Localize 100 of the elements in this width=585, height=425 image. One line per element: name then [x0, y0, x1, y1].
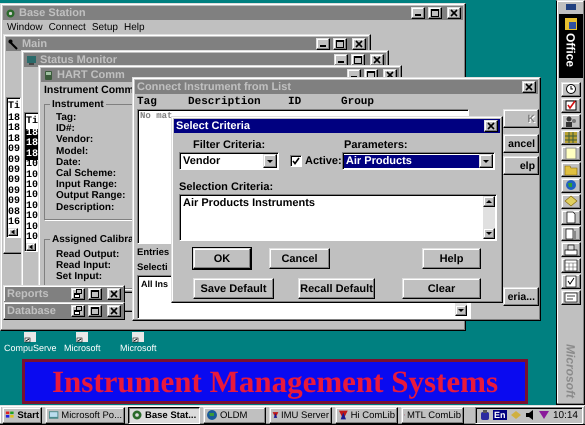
logo-icon [5, 410, 16, 420]
list-row[interactable]: 18 [8, 134, 20, 146]
toolbar-button[interactable] [560, 114, 580, 129]
dialog-button[interactable]: OK [193, 248, 251, 269]
toolbar-button[interactable] [560, 162, 580, 177]
maximize-icon [430, 8, 440, 18]
toolbar-button[interactable] [560, 194, 580, 209]
scroll-down-button[interactable] [455, 305, 467, 316]
maximize-button[interactable] [351, 54, 365, 66]
list-row[interactable]: 10 [26, 222, 38, 234]
dialog-button[interactable]: Cancel [269, 248, 330, 269]
shortcut-icon[interactable] [22, 331, 38, 343]
shortcut-icon[interactable] [130, 331, 146, 343]
list-row[interactable]: 18 [26, 150, 38, 160]
list-row[interactable]: 09 [8, 176, 20, 187]
taskbar-button[interactable]: OLDM [203, 406, 266, 424]
list-row[interactable]: 18 [8, 124, 20, 135]
maximize-button[interactable] [428, 7, 442, 19]
column-header[interactable]: Group [341, 96, 374, 108]
maximize-icon [366, 70, 376, 80]
dialog-button[interactable]: elp [503, 156, 539, 175]
office-logo-icon[interactable] [564, 17, 578, 31]
list-row[interactable]: 18 [26, 139, 38, 150]
list-row[interactable]: 10 [26, 181, 38, 192]
column-header[interactable]: ID [288, 96, 341, 108]
list-row[interactable]: 10 [26, 233, 38, 244]
triangle-icon[interactable] [538, 410, 550, 420]
maximize-button[interactable] [88, 305, 102, 317]
list-row[interactable]: 10 [26, 212, 38, 223]
close-button[interactable] [370, 54, 384, 66]
list-row[interactable]: 10 [26, 170, 38, 182]
toolbar-button[interactable] [560, 242, 580, 257]
restore-button[interactable] [71, 305, 85, 317]
close-button[interactable] [484, 120, 498, 132]
scroll-left-button[interactable] [26, 243, 36, 251]
checkbox[interactable] [290, 155, 302, 167]
toolbar-button[interactable] [560, 258, 580, 273]
icon-label[interactable]: CompuServe [4, 343, 57, 353]
taskbar-button[interactable]: Microsoft Po... [45, 406, 125, 424]
toolbar-button[interactable] [560, 226, 580, 241]
close-button[interactable] [522, 81, 536, 93]
list-row[interactable]: 09 [8, 197, 20, 208]
taskbar-button[interactable]: MTL ComLib [401, 406, 464, 424]
toolbar-button[interactable] [560, 290, 580, 305]
list-row[interactable]: 09 [8, 156, 20, 166]
maximize-button[interactable] [88, 288, 102, 300]
battery-icon[interactable] [480, 409, 490, 421]
taskbar-button[interactable]: IMU Server [269, 406, 332, 424]
column-header[interactable]: Description [188, 96, 288, 108]
speaker-icon[interactable] [524, 410, 535, 420]
dialog-button[interactable]: ancel [503, 134, 539, 153]
toolbar-button[interactable] [560, 82, 580, 97]
toolbar-button[interactable] [560, 210, 580, 225]
toolbar-button[interactable] [560, 130, 580, 145]
minimize-button[interactable] [334, 54, 348, 66]
list-row[interactable]: 08 [8, 208, 20, 218]
icon-label[interactable]: Microsoft [120, 343, 157, 353]
column-header[interactable]: Tag [137, 96, 188, 108]
window-icon[interactable] [564, 3, 576, 11]
toolbar-button[interactable] [560, 98, 580, 113]
dialog-button[interactable]: Recall Default [298, 278, 375, 299]
shortcut-icon[interactable] [74, 331, 90, 343]
dialog-button[interactable]: Clear [402, 278, 481, 299]
toolbar-button[interactable] [560, 146, 580, 161]
minimize-button[interactable] [411, 7, 425, 19]
maximize-button[interactable] [333, 38, 347, 50]
start-button[interactable]: Start [2, 406, 42, 424]
dialog-button[interactable]: Save Default [193, 278, 274, 299]
scroll-left-button[interactable] [8, 228, 18, 236]
list-row[interactable]: 09 [8, 186, 20, 198]
toolbar-button[interactable] [560, 178, 580, 193]
dialog-button[interactable]: Help [422, 248, 481, 269]
close-button[interactable] [107, 305, 121, 317]
icon-label[interactable]: Microsoft [64, 343, 101, 353]
menu-item[interactable]: Help [124, 22, 145, 33]
menu-item[interactable]: Window [7, 22, 43, 33]
dialog-button[interactable]: eria... [503, 287, 539, 306]
tray-icon [562, 243, 578, 256]
dropdown-field[interactable]: Vendor [179, 152, 279, 170]
dropdown-field[interactable]: Air Products [342, 152, 495, 170]
list-item[interactable]: All Ins [141, 278, 168, 290]
restore-button[interactable] [71, 288, 85, 300]
menu-item[interactable]: Setup [92, 22, 118, 33]
close-button[interactable] [107, 288, 121, 300]
close-button[interactable] [447, 7, 461, 19]
list-row[interactable]: 10 [26, 191, 38, 202]
list-row[interactable]: 09 [8, 166, 20, 176]
menu-item[interactable]: Connect [48, 22, 86, 33]
text-area[interactable]: Air Products Instruments [179, 194, 497, 241]
list-row[interactable]: 10 [26, 202, 38, 212]
minimize-icon [415, 14, 421, 16]
toolbar-button[interactable] [560, 274, 580, 289]
list-row[interactable]: 09 [8, 145, 20, 156]
taskbar-button[interactable]: Hi ComLib [335, 406, 398, 424]
taskbar-button[interactable]: Base Stat... [128, 406, 200, 424]
list-row[interactable]: 16 [8, 218, 20, 228]
list-row[interactable]: 18 [8, 114, 20, 124]
language-indicator[interactable]: En [493, 410, 507, 420]
close-button[interactable] [352, 38, 366, 50]
minimize-button[interactable] [316, 38, 330, 50]
